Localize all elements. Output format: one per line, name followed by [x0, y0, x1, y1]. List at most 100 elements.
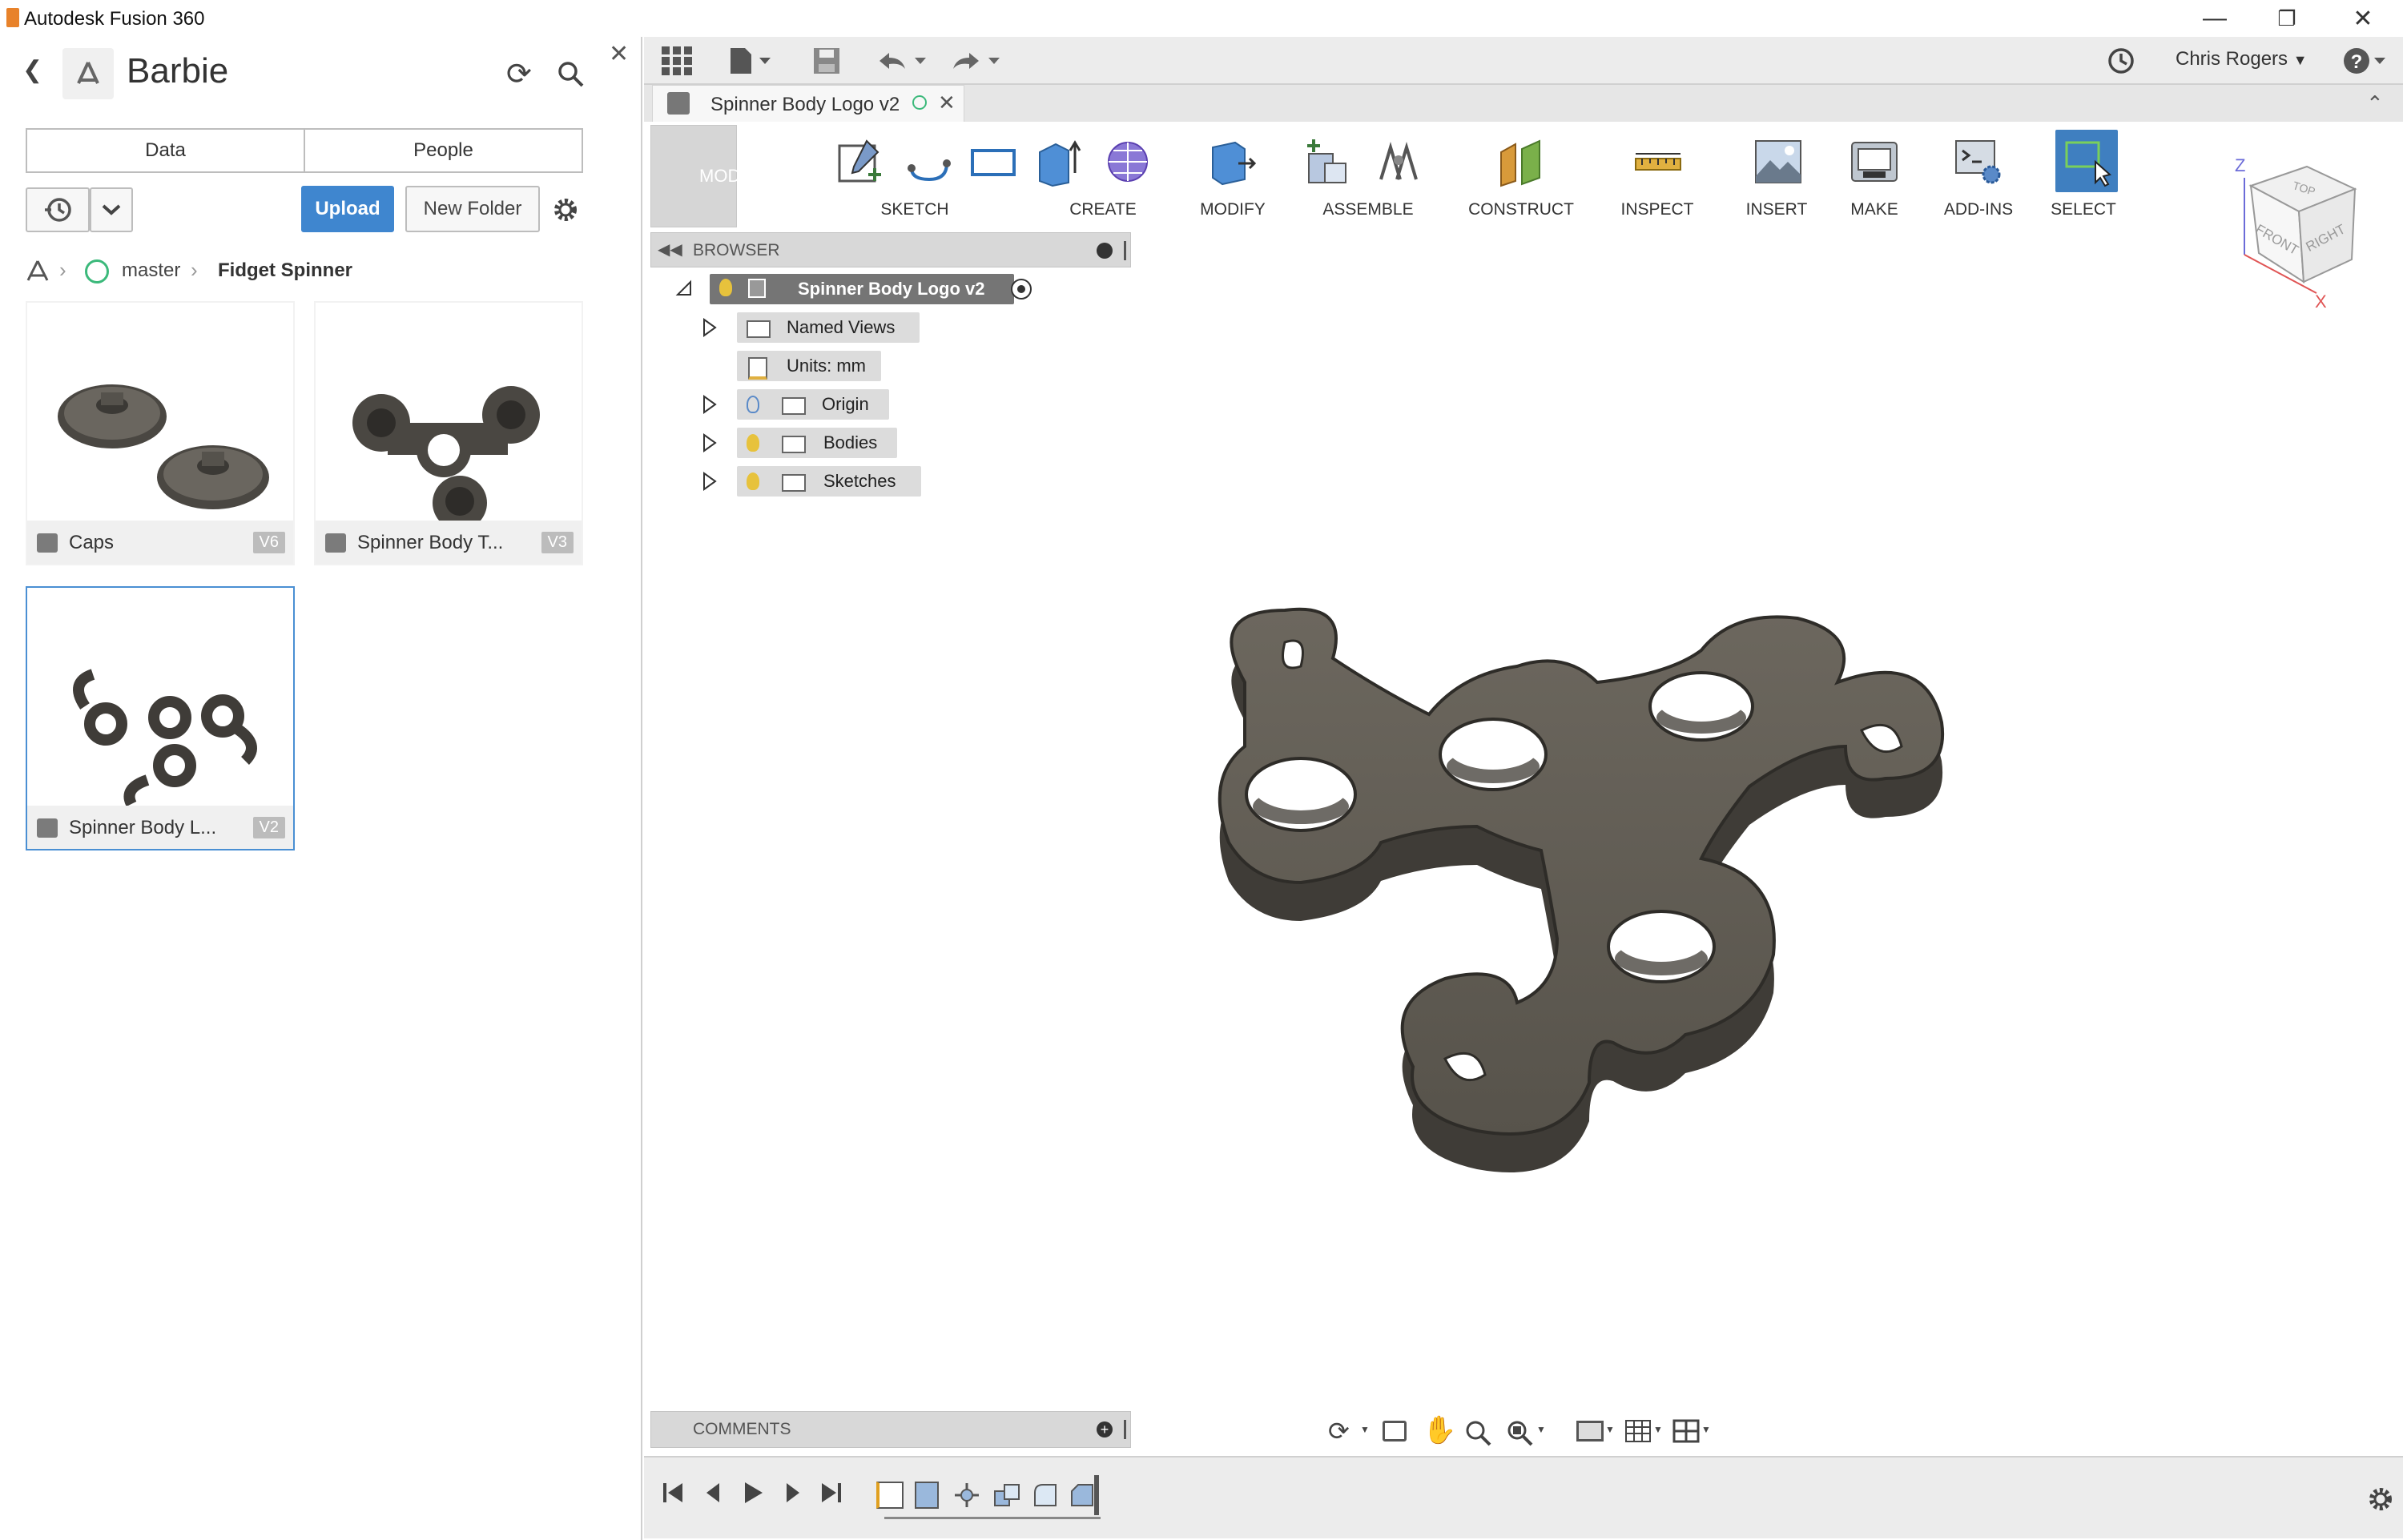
undo-icon[interactable]	[876, 48, 932, 78]
project-hub-icon[interactable]	[62, 48, 114, 99]
timeline-combine-icon[interactable]	[993, 1482, 1020, 1509]
file-name: Spinner Body T...	[357, 532, 504, 553]
timeline-marker[interactable]	[1094, 1475, 1099, 1515]
panel-resize-handle[interactable]	[1124, 1420, 1126, 1439]
refresh-icon[interactable]: ⟳	[506, 56, 532, 92]
add-comment-icon[interactable]: +	[1097, 1421, 1113, 1437]
toolbar-group-make[interactable]: MAKE	[1834, 125, 1914, 227]
minimize-button[interactable]: —	[2179, 0, 2251, 37]
toolbar-group-inspect[interactable]: INSPECT	[1597, 125, 1717, 227]
file-card[interactable]: Caps V6	[26, 301, 295, 565]
tree-item-bodies[interactable]: Bodies	[737, 428, 897, 458]
lightbulb-icon[interactable]	[719, 279, 732, 296]
user-account-menu[interactable]: Chris Rogers ▼	[2176, 48, 2308, 70]
hub-icon[interactable]	[26, 259, 50, 282]
lightbulb-icon[interactable]	[747, 434, 759, 452]
tree-item-label: Units: mm	[787, 356, 866, 376]
play-icon[interactable]	[740, 1480, 766, 1510]
dropdown-button[interactable]	[90, 187, 133, 232]
rectangle-icon	[971, 149, 1016, 176]
workspace-switcher[interactable]: MODEL ▼	[650, 125, 781, 227]
toolbar-group-insert[interactable]: INSERT	[1721, 125, 1833, 227]
tree-item-origin[interactable]: Origin	[737, 389, 889, 420]
panel-resize-handle[interactable]	[1124, 241, 1126, 260]
create-sketch-icon	[838, 139, 881, 183]
step-forward-icon[interactable]	[780, 1480, 806, 1510]
timeline-extrude-icon[interactable]	[915, 1482, 939, 1509]
comments-title: COMMENTS	[693, 1420, 791, 1438]
tree-item-sketches[interactable]: Sketches	[737, 466, 921, 497]
collapse-triangle-icon[interactable]	[674, 279, 694, 303]
display-settings-icon[interactable]	[1576, 1421, 1604, 1441]
toolbar-group-assemble[interactable]: ASSEMBLE	[1288, 125, 1448, 227]
gear-icon[interactable]	[551, 195, 580, 228]
toolbar-group-create[interactable]: CREATE	[1027, 125, 1179, 227]
back-arrow-icon[interactable]: ❮	[22, 56, 42, 84]
breadcrumb-master[interactable]: master	[122, 259, 180, 282]
pan-hand-icon[interactable]: ✋	[1423, 1414, 1456, 1446]
caret-down-icon: ▼	[1536, 1424, 1546, 1435]
new-folder-button[interactable]: New Folder	[405, 186, 540, 232]
fit-icon[interactable]	[1506, 1419, 1535, 1450]
tree-item-label: Named Views	[787, 317, 896, 337]
restore-button[interactable]: ❐	[2251, 0, 2323, 37]
step-back-icon[interactable]	[700, 1480, 726, 1510]
close-window-button[interactable]: ✕	[2327, 0, 2399, 37]
collapse-toolbar-icon[interactable]: ⌃	[2366, 91, 2384, 116]
expand-triangle-icon[interactable]	[702, 317, 718, 343]
toolbar-group-modify[interactable]: MODIFY	[1189, 125, 1277, 227]
expand-triangle-icon[interactable]	[702, 471, 718, 497]
viewports-icon[interactable]	[1672, 1419, 1700, 1447]
file-name: Caps	[69, 532, 115, 553]
timeline-fillet-icon[interactable]	[1032, 1482, 1059, 1509]
toolbar-group-add-ins[interactable]: ADD-INS	[1922, 125, 2035, 227]
timeline-chamfer-icon[interactable]	[1069, 1482, 1096, 1509]
timeline-sketch-icon[interactable]	[876, 1482, 904, 1509]
viewcube[interactable]: TOP FRONT RIGHT Z X	[2227, 154, 2371, 314]
version-history-button[interactable]	[26, 187, 90, 232]
tab-data[interactable]: Data	[27, 130, 304, 171]
folder-icon	[782, 474, 806, 492]
window-title: Autodesk Fusion 360	[24, 8, 205, 30]
orbit-icon[interactable]: ⟳	[1328, 1416, 1350, 1446]
tree-item-label: Bodies	[823, 432, 878, 452]
document-tab[interactable]: Spinner Body Logo v2 ✕	[652, 85, 964, 122]
lightbulb-icon[interactable]	[747, 472, 759, 490]
save-icon[interactable]	[812, 46, 841, 79]
version-badge: V6	[252, 532, 285, 553]
tab-people[interactable]: People	[304, 130, 582, 171]
toolbar-group-construct[interactable]: CONSTRUCT	[1453, 125, 1589, 227]
fidget-spinner-model[interactable]	[1141, 586, 1974, 1195]
go-to-end-icon[interactable]	[819, 1480, 844, 1510]
chevron-down-icon	[102, 204, 121, 215]
activate-radio-icon[interactable]	[1011, 279, 1032, 300]
timeline-move-icon[interactable]	[953, 1482, 980, 1509]
close-tab-icon[interactable]: ✕	[938, 90, 956, 115]
close-panel-icon[interactable]: ✕	[609, 40, 629, 68]
go-to-start-icon[interactable]	[660, 1480, 686, 1510]
file-card[interactable]: Spinner Body L... V2	[26, 586, 295, 850]
help-icon[interactable]: ?	[2342, 45, 2390, 81]
browser-panel-header: ◀◀ BROWSER	[650, 232, 1131, 267]
look-at-icon[interactable]	[1383, 1421, 1407, 1441]
file-card[interactable]: Spinner Body T... V3	[314, 301, 583, 565]
collapse-browser-icon[interactable]: ◀◀	[658, 239, 682, 259]
grid-settings-icon[interactable]	[1624, 1419, 1652, 1447]
search-icon[interactable]	[557, 61, 585, 92]
file-menu-icon[interactable]	[729, 46, 777, 79]
grid-menu-icon[interactable]	[662, 46, 692, 79]
design-file-icon	[37, 533, 58, 553]
file-thumbnail	[27, 588, 293, 807]
browser-minimize-icon[interactable]	[1097, 243, 1113, 259]
expand-triangle-icon[interactable]	[702, 394, 718, 420]
lightbulb-off-icon[interactable]	[747, 396, 759, 413]
timeline-settings-gear-icon[interactable]	[2366, 1485, 2395, 1518]
redo-icon[interactable]	[950, 48, 1006, 78]
upload-button[interactable]: Upload	[301, 186, 394, 232]
toolbar-group-sketch[interactable]: SKETCH	[827, 125, 1016, 227]
zoom-icon[interactable]	[1464, 1419, 1493, 1450]
navigation-bar: ⟳ ▼ ✋ ▼ ▼ ▼ ▼	[1325, 1411, 1721, 1451]
job-status-icon[interactable]	[2107, 46, 2135, 79]
expand-triangle-icon[interactable]	[702, 432, 718, 458]
toolbar-group-select[interactable]: SELECT	[2039, 125, 2127, 227]
